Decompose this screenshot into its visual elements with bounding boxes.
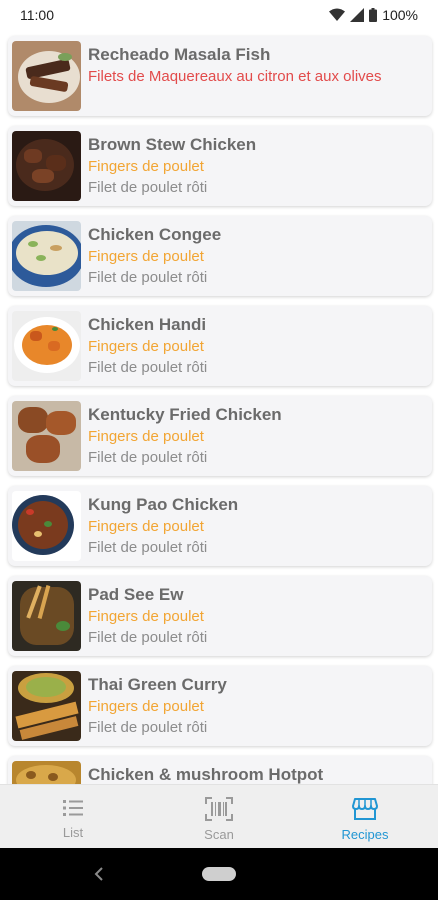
system-navigation-bar <box>0 848 438 900</box>
recipe-image <box>12 311 81 381</box>
nav-list[interactable]: List <box>0 785 146 848</box>
barcode-icon <box>205 797 233 821</box>
status-icons: 100% <box>329 7 418 23</box>
recipe-title: Pad See Ew <box>88 585 184 604</box>
nav-recipes-label: Recipes <box>341 827 389 842</box>
recipe-title: Kung Pao Chicken <box>88 495 239 514</box>
recipe-ingredient: Filet de poulet rôti <box>88 719 208 736</box>
recipe-title: Brown Stew Chicken <box>88 135 257 154</box>
home-button[interactable] <box>202 867 236 881</box>
back-icon[interactable] <box>90 864 110 884</box>
recipe-ingredient: Filet de poulet rôti <box>88 449 208 466</box>
recipe-title: Chicken Handi <box>88 315 207 334</box>
recipe-title: Chicken & mushroom Hotpot <box>88 765 324 784</box>
recipe-ingredient: Fingers de poulet <box>88 248 204 265</box>
recipe-image <box>12 131 81 201</box>
recipe-image <box>12 491 81 561</box>
cell-signal-icon <box>350 8 365 22</box>
recipe-title: Thai Green Curry <box>88 675 227 694</box>
recipe-ingredient: Filet de poulet rôti <box>88 269 208 286</box>
recipe-list[interactable]: Recheado Masala Fish Filets de Maquereau… <box>0 30 438 784</box>
recipe-card[interactable]: Thai Green Curry Fingers de poulet Filet… <box>8 666 432 746</box>
recipe-image <box>12 671 81 741</box>
recipe-ingredient: Filet de poulet rôti <box>88 179 208 196</box>
recipe-ingredient: Filet de poulet rôti <box>88 539 208 556</box>
recipe-image <box>12 41 81 111</box>
recipe-ingredient: Filet de poulet rôti <box>88 359 208 376</box>
nav-scan-label: Scan <box>204 827 234 842</box>
recipe-ingredient: Filet de poulet rôti <box>88 629 208 646</box>
recipe-card[interactable]: Kung Pao Chicken Fingers de poulet Filet… <box>8 486 432 566</box>
wifi-icon <box>329 8 346 21</box>
recipe-card[interactable]: Brown Stew Chicken Fingers de poulet Fil… <box>8 126 432 206</box>
bottom-navigation: List Scan Recipes <box>0 784 438 848</box>
recipe-ingredient: Fingers de poulet <box>88 338 204 355</box>
status-time: 11:00 <box>20 7 54 23</box>
recipe-card[interactable]: Chicken Handi Fingers de poulet Filet de… <box>8 306 432 386</box>
recipe-image <box>12 581 81 651</box>
recipe-ingredient: Fingers de poulet <box>88 698 204 715</box>
store-icon <box>352 798 378 820</box>
nav-scan[interactable]: Scan <box>146 785 292 848</box>
recipe-card[interactable]: Pad See Ew Fingers de poulet Filet de po… <box>8 576 432 656</box>
recipe-card[interactable]: Recheado Masala Fish Filets de Maquereau… <box>8 36 432 116</box>
recipe-image <box>12 401 81 471</box>
recipe-ingredient: Fingers de poulet <box>88 428 204 445</box>
recipe-card[interactable]: Chicken Congee Fingers de poulet Filet d… <box>8 216 432 296</box>
battery-icon <box>369 8 378 22</box>
recipe-ingredient: Filets de Maquereaux au citron et aux ol… <box>88 68 382 85</box>
recipe-ingredient: Fingers de poulet <box>88 518 204 535</box>
recipe-card[interactable]: Kentucky Fried Chicken Fingers de poulet… <box>8 396 432 476</box>
nav-list-label: List <box>62 825 84 840</box>
nav-recipes[interactable]: Recipes <box>292 785 438 848</box>
list-icon <box>63 800 83 816</box>
recipe-ingredient: Fingers de poulet <box>88 608 204 625</box>
recipe-title: Chicken Congee <box>88 225 222 244</box>
recipe-image <box>12 221 81 291</box>
battery-level: 100% <box>382 7 418 23</box>
recipe-image <box>12 761 81 784</box>
status-bar: 11:00 100% <box>0 0 438 30</box>
recipe-title: Kentucky Fried Chicken <box>88 405 282 424</box>
recipe-ingredient: Fingers de poulet <box>88 158 204 175</box>
recipe-card[interactable]: Chicken & mushroom Hotpot <box>8 756 432 784</box>
recipe-title: Recheado Masala Fish <box>88 45 271 64</box>
